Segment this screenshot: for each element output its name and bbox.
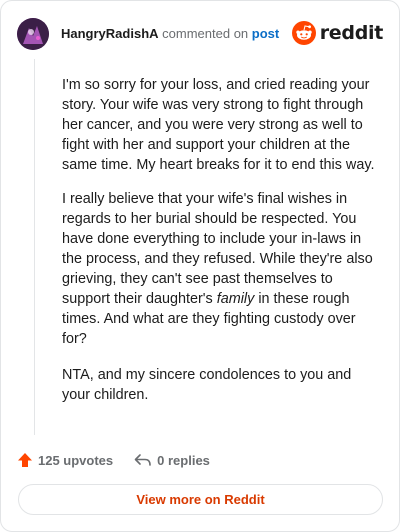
comment-emphasis: family — [216, 291, 255, 307]
comment-byline: HangryRadishA commented on post — [61, 26, 279, 42]
upvote-button[interactable]: 125 upvotes — [17, 452, 113, 468]
comment-paragraph: I'm so sorry for your loss, and cried re… — [62, 77, 375, 173]
upvote-count: 125 upvotes — [38, 452, 114, 468]
comment-action-text: commented on — [162, 26, 249, 41]
avatar[interactable] — [17, 18, 49, 50]
comment-actions: 125 upvotes 0 replies — [17, 450, 210, 470]
reddit-wordmark: reddit — [319, 22, 384, 44]
avatar-image — [17, 18, 49, 50]
comment-paragraph: NTA, and my sincere condolences to you a… — [62, 367, 352, 403]
view-more-button[interactable]: View more on Reddit — [18, 484, 383, 515]
thread-line — [34, 59, 35, 435]
upvote-arrow-icon — [18, 453, 32, 467]
comment-text: I really believe that your wife's final … — [62, 191, 373, 307]
reddit-snoo-icon — [291, 21, 316, 45]
username-link[interactable]: HangryRadishA — [61, 26, 159, 41]
comment-body: I'm so sorry for your loss, and cried re… — [62, 75, 376, 421]
comment-header: HangryRadishA commented on post reddit — [17, 17, 383, 51]
reply-count: 0 replies — [157, 452, 210, 468]
reply-arrow-icon — [134, 454, 151, 466]
embedded-comment-card: HangryRadishA commented on post reddit I… — [0, 0, 400, 532]
reddit-logo[interactable]: reddit — [291, 21, 384, 45]
replies-button[interactable]: 0 replies — [134, 452, 210, 468]
post-link[interactable]: post — [252, 26, 279, 41]
comment-paragraph: I really believe that your wife's final … — [62, 189, 376, 349]
